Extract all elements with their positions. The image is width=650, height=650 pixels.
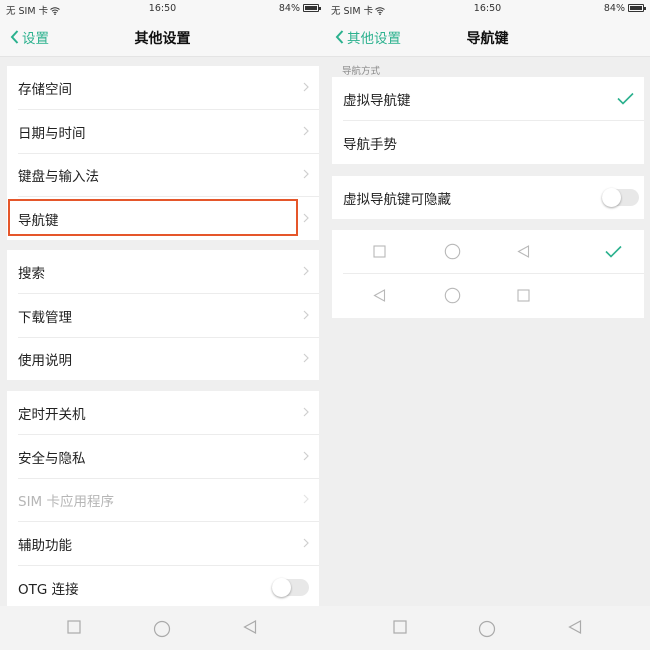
- settings-item-label: 下载管理: [18, 309, 72, 326]
- nav-mode-label: 导航手势: [343, 136, 397, 153]
- clock: 16:50: [473, 3, 502, 14]
- settings-group-2: 搜索 下载管理 使用说明: [7, 250, 319, 380]
- key-layout-option-1[interactable]: [332, 230, 644, 273]
- settings-item-label: 辅助功能: [18, 537, 72, 554]
- settings-item-storage[interactable]: 存储空间: [7, 66, 319, 109]
- system-nav-keys: [0, 606, 325, 650]
- navigation-bar: 其他设置 导航键: [325, 17, 650, 57]
- highlight-box: [8, 199, 298, 236]
- hide-keys-toggle[interactable]: [602, 188, 639, 207]
- settings-item-label: 使用说明: [18, 352, 72, 369]
- battery-percent: 84%: [603, 3, 625, 14]
- status-bar: 无 SIM 卡 16:50 84%: [325, 0, 650, 17]
- settings-item-label: 搜索: [18, 265, 45, 282]
- triangle-left-icon[interactable]: [568, 620, 582, 634]
- settings-group-3: 定时开关机 安全与隐私 SIM 卡应用程序 辅助功能 OTG 连接: [7, 391, 319, 606]
- triangle-left-icon: [373, 289, 386, 302]
- chevron-right-icon: [303, 353, 309, 363]
- nav-mode-gestures[interactable]: 导航手势: [332, 121, 644, 164]
- battery-status: 84%: [603, 3, 646, 14]
- chevron-right-icon: [303, 213, 309, 223]
- chevron-right-icon: [303, 494, 309, 504]
- circle-icon: [444, 287, 461, 304]
- triangle-left-icon[interactable]: [243, 620, 257, 634]
- settings-item-sim-apps: SIM 卡应用程序: [7, 478, 319, 521]
- checkmark-icon: [605, 245, 622, 258]
- chevron-right-icon: [303, 407, 309, 417]
- navigation-bar: 设置 其他设置: [0, 17, 325, 57]
- chevron-right-icon: [303, 82, 309, 92]
- settings-item-search[interactable]: 搜索: [7, 250, 319, 293]
- hide-keys-setting: 虚拟导航键可隐藏: [332, 176, 644, 219]
- chevron-right-icon: [303, 451, 309, 461]
- settings-item-scheduled-power[interactable]: 定时开关机: [7, 391, 319, 434]
- chevron-right-icon: [303, 169, 309, 179]
- circle-icon[interactable]: [153, 620, 171, 638]
- square-icon: [373, 245, 386, 258]
- nav-mode-virtual-keys[interactable]: 虚拟导航键: [332, 77, 644, 120]
- square-icon[interactable]: [67, 620, 81, 634]
- hide-keys-group: 虚拟导航键可隐藏: [332, 176, 644, 219]
- otg-toggle[interactable]: [272, 578, 309, 597]
- battery-icon: [628, 4, 646, 12]
- battery-fill: [630, 6, 642, 10]
- chevron-right-icon: [303, 266, 309, 276]
- settings-item-label: 安全与隐私: [18, 450, 86, 467]
- settings-item-label: 定时开关机: [18, 406, 86, 423]
- settings-item-label: 存储空间: [18, 81, 72, 98]
- battery-percent: 84%: [278, 3, 300, 14]
- settings-item-instructions[interactable]: 使用说明: [7, 337, 319, 380]
- section-label: 导航方式: [342, 66, 381, 77]
- battery-fill: [305, 6, 317, 10]
- settings-item-accessibility[interactable]: 辅助功能: [7, 522, 319, 565]
- settings-item-date-time[interactable]: 日期与时间: [7, 110, 319, 153]
- key-layout-option-2[interactable]: [332, 274, 644, 318]
- clock: 16:50: [148, 3, 177, 14]
- chevron-right-icon: [303, 310, 309, 320]
- battery-icon: [303, 4, 321, 12]
- battery-status: 84%: [278, 3, 321, 14]
- settings-item-label: SIM 卡应用程序: [18, 493, 114, 510]
- triangle-left-icon: [517, 245, 530, 258]
- chevron-right-icon: [303, 126, 309, 136]
- nav-mode-label: 虚拟导航键: [343, 92, 411, 109]
- settings-item-label: OTG 连接: [18, 581, 79, 598]
- key-layout-group: [332, 230, 644, 318]
- circle-icon: [444, 243, 461, 260]
- settings-item-keyboard[interactable]: 键盘与输入法: [7, 153, 319, 196]
- navigation-keys-screen: 无 SIM 卡 16:50 84% 其他设置 导航键 导航方式 虚拟导航键 导航…: [325, 0, 650, 650]
- settings-item-downloads[interactable]: 下载管理: [7, 294, 319, 337]
- page-title: 其他设置: [134, 31, 191, 47]
- chevron-right-icon: [303, 538, 309, 548]
- hide-keys-label: 虚拟导航键可隐藏: [343, 191, 451, 208]
- toggle-knob: [272, 578, 291, 597]
- other-settings-screen: 无 SIM 卡 16:50 84% 设置 其他设置 存储空间 日期与时间 键盘与…: [0, 0, 325, 650]
- nav-mode-group: 虚拟导航键 导航手势: [332, 77, 644, 164]
- square-icon[interactable]: [393, 620, 407, 634]
- square-icon: [517, 289, 530, 302]
- circle-icon[interactable]: [478, 620, 496, 638]
- checkmark-icon: [617, 92, 634, 105]
- toggle-knob: [602, 188, 621, 207]
- settings-item-label: 日期与时间: [18, 125, 86, 142]
- system-nav-keys: [325, 606, 650, 650]
- status-bar: 无 SIM 卡 16:50 84%: [0, 0, 325, 17]
- settings-item-label: 键盘与输入法: [18, 168, 99, 185]
- settings-item-security-privacy[interactable]: 安全与隐私: [7, 435, 319, 478]
- page-title: 导航键: [466, 31, 509, 47]
